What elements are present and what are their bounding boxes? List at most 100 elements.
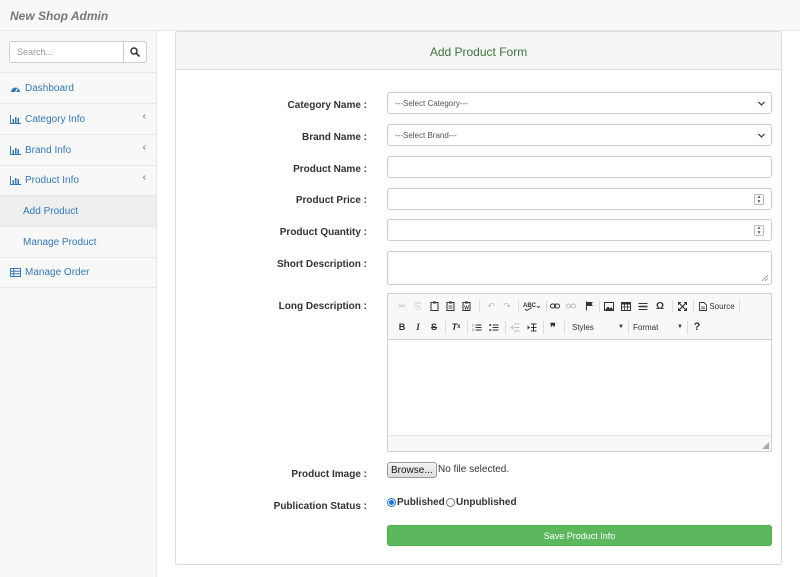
remove-format-icon[interactable]: Tx [449, 320, 463, 334]
strikethrough-icon[interactable]: S [428, 320, 440, 334]
chevron-down-icon [758, 101, 765, 106]
sidebar-subitem-manage-product[interactable]: Manage Product [0, 227, 156, 258]
sidebar-item-category-info[interactable]: Category Info ‹ [0, 104, 156, 135]
copy-icon[interactable]: ⎘ [412, 299, 424, 313]
paste-word-icon[interactable]: W [460, 299, 472, 313]
product-quantity-input[interactable]: ▲ ▼ [387, 219, 772, 241]
anchor-flag-icon[interactable] [583, 299, 595, 313]
top-navbar: New Shop Admin [0, 0, 800, 31]
outdent-icon[interactable] [509, 320, 521, 334]
caret-down-icon: ▼ [618, 324, 624, 330]
format-label: Format [633, 322, 659, 332]
numbered-list-icon[interactable]: 12 [471, 320, 483, 334]
maximize-icon[interactable] [676, 299, 688, 313]
editor-content-area[interactable] [388, 341, 771, 435]
sidebar-search [9, 41, 147, 63]
sidebar-item-label: Category Info [25, 113, 86, 125]
sidebar-item-manage-order[interactable]: Manage Order [0, 257, 156, 288]
short-description-label: Short Description : [276, 259, 367, 270]
caret-down-icon: ▼ [677, 324, 683, 330]
indent-icon[interactable] [526, 320, 538, 334]
page-title: Add Product Form [429, 45, 528, 59]
bullet-list-icon[interactable] [488, 320, 500, 334]
undo-icon[interactable]: ↶ [485, 299, 497, 313]
panel-heading: Add Product Form [176, 32, 781, 70]
spellcheck-icon[interactable]: ABC [522, 299, 542, 313]
sidebar-subitem-add-product[interactable]: Add Product [0, 196, 156, 227]
product-price-input[interactable]: ▲ ▼ [387, 188, 772, 210]
save-product-button[interactable]: Save Product Info [387, 525, 772, 546]
short-description-textarea[interactable] [387, 251, 772, 285]
product-quantity-label: Product Quantity : [279, 227, 367, 238]
toolbar-separator [739, 300, 740, 313]
brand-select-value: ---Select Brand--- [395, 130, 457, 140]
unlink-icon[interactable] [565, 299, 577, 313]
radio-published[interactable]: Published [387, 497, 445, 508]
styles-label: Styles [572, 322, 594, 332]
search-input[interactable] [9, 41, 124, 63]
editor-toolbar: ✂ ⎘ W ↶ ↷ ABC Ω Source B I S T x 1 2 ❞ S… [388, 294, 771, 340]
toolbar-separator [693, 300, 694, 313]
blockquote-icon[interactable]: ❞ [547, 320, 559, 334]
search-icon [130, 47, 140, 57]
long-description-label: Long Description : [278, 301, 367, 312]
dashboard-icon [10, 83, 22, 93]
product-name-label: Product Name : [293, 164, 367, 175]
search-button[interactable] [123, 41, 147, 63]
toolbar-separator [445, 321, 446, 334]
italic-icon[interactable]: I [412, 320, 424, 334]
paste-icon[interactable] [428, 299, 440, 313]
brand-select[interactable]: ---Select Brand--- [387, 124, 772, 146]
help-icon[interactable]: ? [691, 320, 703, 334]
product-price-label: Product Price : [295, 195, 367, 206]
radio-button-unchecked[interactable] [446, 498, 455, 507]
toolbar-separator [672, 300, 673, 313]
table-icon [10, 267, 22, 277]
bar-chart-icon [10, 175, 22, 185]
brand-title[interactable]: New Shop Admin [10, 9, 108, 23]
chevron-left-icon: ‹ [142, 111, 146, 122]
paste-text-icon[interactable] [444, 299, 456, 313]
toolbar-separator [564, 321, 565, 334]
format-combo[interactable]: Format ▼ [633, 320, 683, 334]
toolbar-separator [543, 321, 544, 334]
cut-icon[interactable]: ✂ [396, 299, 408, 313]
product-image-label: Product Image : [291, 469, 367, 480]
svg-text:1: 1 [472, 323, 474, 327]
category-select[interactable]: ---Select Category--- [387, 92, 772, 114]
file-status-text: No file selected. [438, 464, 510, 475]
number-spinner[interactable]: ▲ ▼ [754, 194, 764, 205]
toolbar-separator [479, 300, 480, 313]
source-button[interactable]: Source [698, 299, 736, 313]
bar-chart-icon [10, 114, 22, 124]
radio-button-checked[interactable] [387, 498, 396, 507]
bold-icon[interactable]: B [396, 320, 408, 334]
long-description-editor: ✂ ⎘ W ↶ ↷ ABC Ω Source B I S T x 1 2 ❞ S… [387, 293, 772, 452]
sidebar-item-product-info[interactable]: Product Info ‹ [0, 165, 156, 196]
source-label: Source [709, 301, 735, 311]
redo-icon[interactable]: ↷ [501, 299, 513, 313]
image-icon[interactable] [603, 299, 615, 313]
sidebar-item-label: Dashboard [25, 82, 74, 94]
svg-text:ABC: ABC [523, 303, 537, 309]
resize-grip-icon[interactable] [761, 274, 769, 282]
sidebar-item-label: Brand Info [25, 144, 72, 156]
sidebar-item-dashboard[interactable]: Dashboard [0, 73, 156, 104]
link-icon[interactable] [549, 299, 561, 313]
number-spinner[interactable]: ▲ ▼ [754, 225, 764, 236]
sidebar-item-brand-info[interactable]: Brand Info ‹ [0, 135, 156, 166]
svg-text:W: W [464, 305, 469, 311]
browse-file-button[interactable]: Browse... [387, 462, 437, 478]
resize-grip-icon[interactable] [762, 442, 769, 449]
product-name-input[interactable] [387, 156, 772, 178]
special-char-icon[interactable]: Ω [654, 299, 666, 313]
chevron-left-icon: ‹ [142, 172, 146, 183]
table-icon[interactable] [620, 299, 632, 313]
styles-combo[interactable]: Styles ▼ [572, 320, 624, 334]
toolbar-separator [467, 321, 468, 334]
chevron-left-icon: ‹ [142, 142, 146, 153]
horizontal-line-icon[interactable] [637, 299, 649, 313]
sidebar-item-label: Manage Order [25, 266, 90, 278]
radio-published-label: Published [397, 497, 445, 508]
radio-unpublished[interactable]: Unpublished [446, 497, 517, 508]
